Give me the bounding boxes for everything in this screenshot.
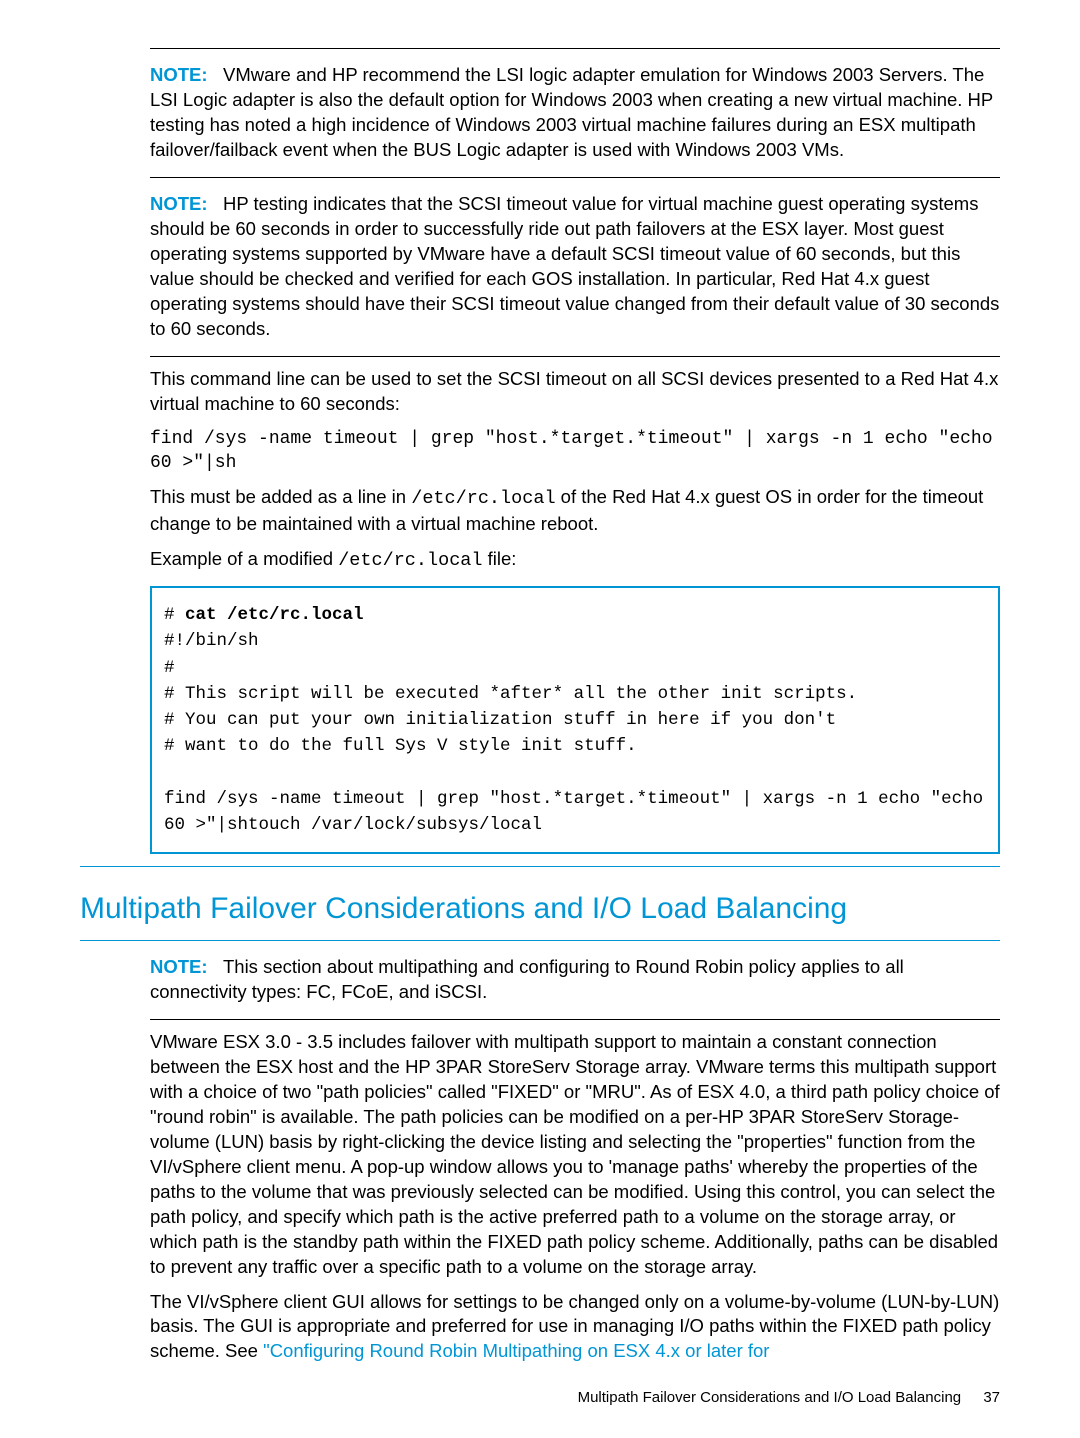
divider	[150, 1019, 1000, 1020]
section-divider	[80, 866, 1000, 867]
note-block-1: NOTE: VMware and HP recommend the LSI lo…	[150, 63, 1000, 163]
command-block: find /sys -name timeout | grep "host.*ta…	[150, 427, 1000, 476]
divider	[150, 356, 1000, 357]
code-line: #	[164, 658, 175, 678]
note-label: NOTE:	[150, 193, 208, 214]
section-heading: Multipath Failover Considerations and I/…	[80, 889, 1000, 930]
note-block-2: NOTE: HP testing indicates that the SCSI…	[150, 192, 1000, 342]
text: This must be added as a line in	[150, 486, 411, 507]
section-divider	[80, 940, 1000, 941]
text: file:	[483, 548, 517, 569]
note-text: HP testing indicates that the SCSI timeo…	[150, 193, 999, 339]
code-line: find /sys -name timeout | grep "host.*ta…	[164, 789, 994, 835]
code-line: #	[164, 605, 185, 625]
inline-code: /etc/rc.local	[338, 550, 482, 571]
paragraph: VMware ESX 3.0 - 3.5 includes failover w…	[150, 1030, 1000, 1280]
paragraph: The VI/vSphere client GUI allows for set…	[150, 1290, 1000, 1365]
page-footer: Multipath Failover Considerations and I/…	[578, 1388, 1000, 1408]
code-line: #!/bin/sh	[164, 631, 259, 651]
cross-ref-link[interactable]: "Configuring Round Robin Multipathing on…	[263, 1340, 769, 1361]
note-label: NOTE:	[150, 64, 208, 85]
note-text: VMware and HP recommend the LSI logic ad…	[150, 64, 993, 160]
code-line: # You can put your own initialization st…	[164, 710, 836, 730]
page-number: 37	[983, 1389, 1000, 1406]
divider	[150, 48, 1000, 49]
inline-code: /etc/rc.local	[411, 488, 555, 509]
paragraph: This must be added as a line in /etc/rc.…	[150, 485, 1000, 537]
paragraph: Example of a modified /etc/rc.local file…	[150, 547, 1000, 574]
code-box: # cat /etc/rc.local #!/bin/sh # # This s…	[150, 586, 1000, 854]
text: Example of a modified	[150, 548, 338, 569]
code-line: # want to do the full Sys V style init s…	[164, 736, 637, 756]
footer-text: Multipath Failover Considerations and I/…	[578, 1389, 962, 1406]
code-line-bold: cat /etc/rc.local	[185, 605, 364, 625]
paragraph: This command line can be used to set the…	[150, 367, 1000, 417]
note-label: NOTE:	[150, 956, 208, 977]
divider	[150, 177, 1000, 178]
note-text: This section about multipathing and conf…	[150, 956, 904, 1002]
note-block-3: NOTE: This section about multipathing an…	[150, 955, 1000, 1005]
code-line: # This script will be executed *after* a…	[164, 684, 857, 704]
